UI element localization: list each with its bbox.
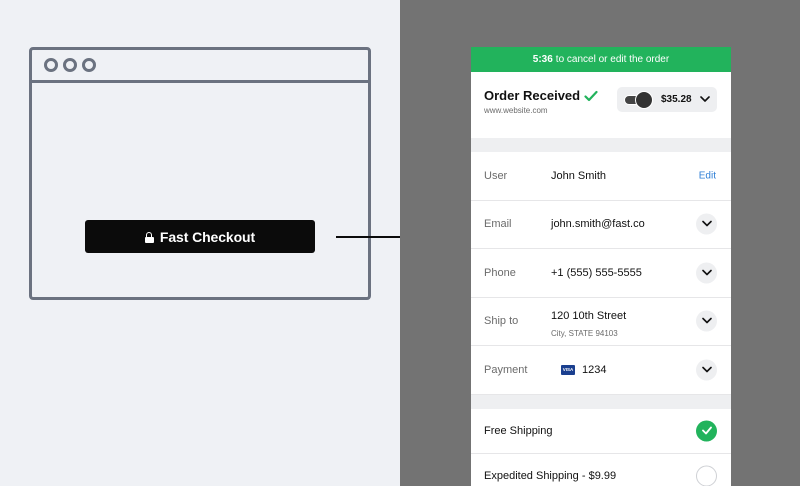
user-label: User: [484, 169, 508, 182]
chevron-down-icon: [701, 220, 712, 227]
phone-value: +1 (555) 555-5555: [551, 266, 642, 279]
ship-to-label: Ship to: [484, 315, 519, 328]
edit-user-link[interactable]: Edit: [699, 170, 716, 181]
order-header: Order Received www.website.com $35.28: [471, 72, 731, 138]
order-total-dropdown[interactable]: $35.28: [617, 87, 717, 112]
section-divider: [471, 138, 731, 152]
window-dot-icon: [44, 58, 58, 72]
window-dot-icon: [82, 58, 96, 72]
order-title: Order Received: [484, 88, 598, 103]
product-thumbnail: [635, 90, 653, 109]
phone-row[interactable]: Phone +1 (555) 555-5555: [471, 249, 731, 298]
payment-expand-button[interactable]: [696, 359, 717, 381]
ship-to-row[interactable]: Ship to 120 10th Street City, STATE 9410…: [471, 298, 731, 346]
cancel-timer-bar: 5:36 to cancel or edit the order: [471, 47, 731, 72]
browser-wireframe: [29, 47, 371, 300]
radio-selected-check-icon[interactable]: [696, 420, 717, 441]
ship-to-expand-button[interactable]: [696, 310, 717, 332]
ship-to-street: 120 10th Street: [551, 309, 627, 322]
email-expand-button[interactable]: [696, 213, 717, 235]
phone-label: Phone: [484, 266, 516, 279]
phone-expand-button[interactable]: [696, 262, 717, 284]
payment-row[interactable]: Payment VISA 1234: [471, 346, 731, 395]
card-last-four: 1234: [582, 363, 607, 376]
timer-text: to cancel or edit the order: [555, 54, 670, 65]
fast-checkout-label: Fast Checkout: [159, 228, 256, 245]
ship-to-city: City, STATE 94103: [551, 328, 618, 338]
lock-icon: [144, 231, 154, 243]
chevron-down-icon: [701, 317, 712, 324]
window-dot-icon: [63, 58, 77, 72]
email-label: Email: [484, 218, 512, 231]
product-thumbnails: [624, 90, 654, 109]
section-divider: [471, 394, 731, 409]
fast-checkout-button[interactable]: Fast Checkout: [85, 220, 315, 253]
visa-card-icon: VISA: [561, 364, 575, 375]
shipping-option-expedited[interactable]: Expedited Shipping - $9.99: [471, 454, 731, 486]
chevron-down-icon: [701, 269, 712, 276]
order-title-text: Order Received: [484, 88, 581, 103]
user-value: John Smith: [551, 169, 607, 182]
payment-label: Payment: [484, 363, 528, 376]
shipping-option-label: Free Shipping: [484, 424, 553, 437]
shipping-option-label: Expedited Shipping - $9.99: [484, 469, 617, 482]
radio-unselected-icon[interactable]: [696, 465, 717, 486]
email-row[interactable]: Email john.smith@fast.co: [471, 201, 731, 249]
shipping-option-free[interactable]: Free Shipping: [471, 409, 731, 454]
merchant-site: www.website.com: [484, 106, 548, 115]
order-total: $35.28: [661, 94, 692, 105]
browser-toolbar: [32, 50, 368, 83]
timer-countdown: 5:36: [532, 54, 553, 65]
user-row: User John Smith Edit: [471, 152, 731, 201]
check-icon: [584, 90, 598, 101]
chevron-down-icon: [701, 366, 712, 373]
chevron-down-icon: [699, 96, 710, 102]
checkout-panel: 5:36 to cancel or edit the order Order R…: [471, 47, 731, 486]
email-value: john.smith@fast.co: [551, 218, 645, 231]
